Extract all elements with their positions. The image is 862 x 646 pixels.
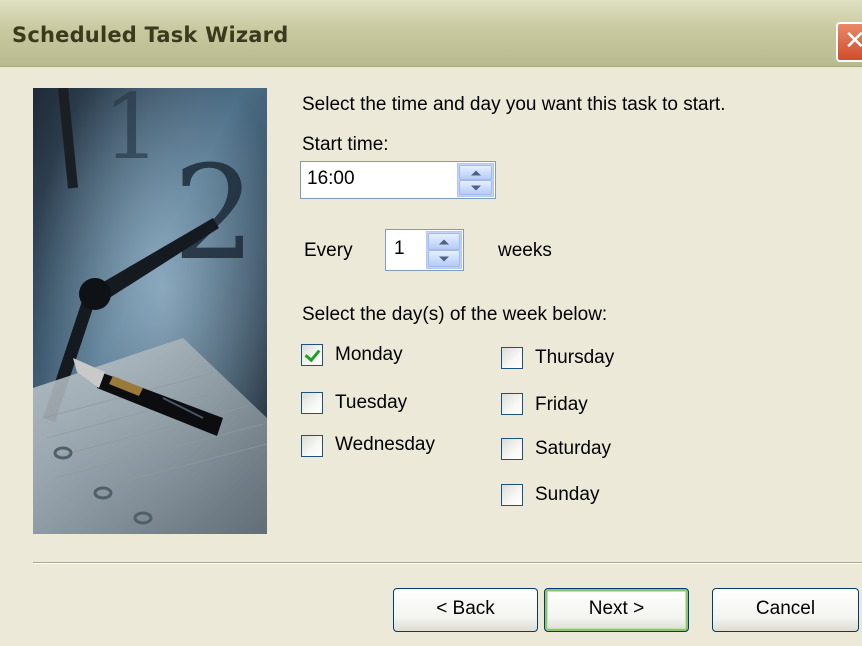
svg-text:2: 2 xyxy=(173,137,256,289)
start-time-down-button[interactable] xyxy=(459,180,492,195)
window-title: Scheduled Task Wizard xyxy=(12,23,289,47)
day-label-friday[interactable]: Friday xyxy=(535,394,588,416)
cancel-button[interactable]: Cancel xyxy=(712,588,859,632)
day-label-saturday[interactable]: Saturday xyxy=(535,438,611,460)
next-button[interactable]: Next > xyxy=(544,588,689,632)
wizard-illustration: 2 1 xyxy=(33,88,267,534)
weeks-interval-spinner[interactable] xyxy=(426,231,462,269)
day-label-sunday[interactable]: Sunday xyxy=(535,484,599,506)
day-label-monday[interactable]: Monday xyxy=(335,344,403,366)
weeks-interval-value: 1 xyxy=(394,238,405,259)
checkbox-tuesday[interactable] xyxy=(301,392,323,414)
checkbox-saturday[interactable] xyxy=(501,438,523,460)
day-label-wednesday[interactable]: Wednesday xyxy=(335,434,435,456)
chevron-down-icon xyxy=(439,256,449,261)
checkbox-friday[interactable] xyxy=(501,393,523,415)
start-time-value: 16:00 xyxy=(307,168,355,189)
checkbox-sunday[interactable] xyxy=(501,484,523,506)
weeks-label: weeks xyxy=(498,240,552,261)
divider xyxy=(33,562,862,564)
days-label: Select the day(s) of the week below: xyxy=(302,304,608,325)
start-time-label: Start time: xyxy=(302,134,389,155)
svg-text:1: 1 xyxy=(103,88,160,180)
chevron-up-icon xyxy=(470,170,481,175)
checkbox-thursday[interactable] xyxy=(501,347,523,369)
weeks-down-button[interactable] xyxy=(428,250,460,267)
day-label-tuesday[interactable]: Tuesday xyxy=(335,392,407,414)
day-label-thursday[interactable]: Thursday xyxy=(535,347,614,369)
start-time-up-button[interactable] xyxy=(459,165,492,180)
every-label: Every xyxy=(304,240,353,261)
title-bar[interactable]: Scheduled Task Wizard ✕ xyxy=(0,0,862,67)
weeks-up-button[interactable] xyxy=(428,233,460,250)
weeks-interval-input[interactable]: 1 xyxy=(385,229,464,271)
chevron-up-icon xyxy=(439,239,449,244)
chevron-down-icon xyxy=(470,185,481,190)
close-icon: ✕ xyxy=(844,26,862,56)
instructions-text: Select the time and day you want this ta… xyxy=(302,94,726,115)
start-time-input[interactable]: 16:00 xyxy=(300,161,496,199)
close-button[interactable]: ✕ xyxy=(836,22,862,62)
checkmark-icon[interactable] xyxy=(301,344,323,366)
back-button[interactable]: < Back xyxy=(393,588,538,632)
checkbox-wednesday[interactable] xyxy=(301,435,323,457)
start-time-spinner[interactable] xyxy=(457,163,494,197)
